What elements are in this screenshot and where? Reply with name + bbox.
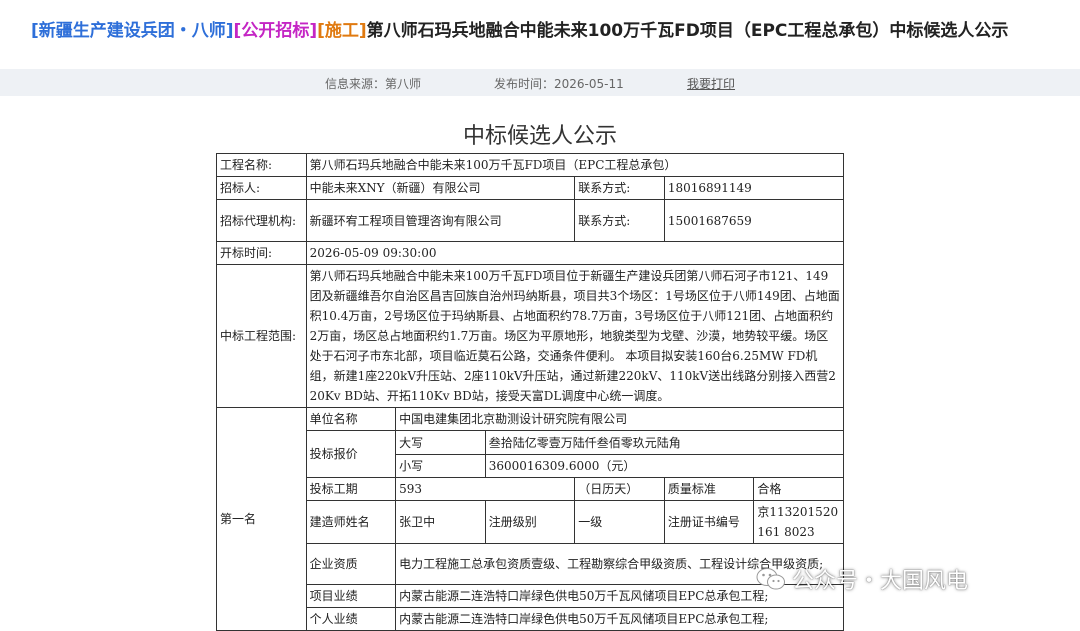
table-row: 招标代理机构: 新疆环宥工程项目管理咨询有限公司 联系方式: 150016876… <box>216 199 845 242</box>
print-link[interactable]: 我要打印 <box>687 75 735 92</box>
period-unit: （日历天） <box>574 477 665 501</box>
unit-value: 中国电建集团北京勘测设计研究院有限公司 <box>395 407 844 431</box>
table-row: 开标时间: 2026-05-09 09:30:00 <box>216 241 845 265</box>
lower-label: 小写 <box>395 454 486 478</box>
table-row: 项目业绩 内蒙古能源二连浩特口岸绿色供电50万千瓦风储项目EPC总承包工程; <box>217 584 844 608</box>
tenderer-value: 中能未来XNY（新疆）有限公司 <box>305 176 576 200</box>
meta-bar: 信息来源：第八师 发布时间：2026-05-11 我要打印 <box>0 69 1080 96</box>
watermark: 公众号・大国风电 <box>756 563 968 595</box>
personal-performance-value: 内蒙古能源二连浩特口岸绿色供电50万千瓦风储项目EPC总承包工程; <box>395 607 844 631</box>
bid-price-label: 投标报价 <box>305 430 397 478</box>
qualification-label: 企业资质 <box>305 543 397 585</box>
upper-value: 叁拾陆亿零壹万陆仟叁佰零玖元陆角 <box>484 430 845 455</box>
lower-value: 3600016309.6000（元） <box>484 454 845 478</box>
table-row: 企业资质 电力工程施工总承包资质壹级、工程勘察综合甲级资质、工程设计综合甲级资质… <box>217 543 844 585</box>
table-row: 中标工程范围: 第八师石玛兵地融合中能未来100万千瓦FD项目位于新疆生产建设兵… <box>216 264 845 408</box>
publish-time: 发布时间：2026-05-11 <box>494 77 624 91</box>
table-row: 个人业绩 内蒙古能源二连浩特口岸绿色供电50万千瓦风储项目EPC总承包工程; <box>217 607 844 631</box>
table-row: 工程名称: 第八师石玛兵地融合中能未来100万千瓦FD项目（EPC工程总承包） <box>216 153 845 177</box>
upper-label: 大写 <box>395 430 486 455</box>
reg-level-label: 注册级别 <box>484 500 576 544</box>
cert-label: 注册证书编号 <box>663 500 755 544</box>
wechat-icon <box>756 566 786 592</box>
table-row: 建造师姓名 张卫中 注册级别 一级 注册证书编号 京113201520161 8… <box>217 500 844 544</box>
quality-value: 合格 <box>753 477 844 501</box>
project-name-label: 工程名称: <box>216 153 307 177</box>
unit-label: 单位名称 <box>305 407 397 431</box>
agent-phone: 15001687659 <box>663 199 845 242</box>
engineer-value: 张卫中 <box>395 500 486 544</box>
document-heading: 中标候选人公示 <box>462 124 617 149</box>
agent-label: 招标代理机构: <box>216 199 307 242</box>
scope-value: 第八师石玛兵地融合中能未来100万千瓦FD项目位于新疆生产建设兵团第八师石河子市… <box>305 264 845 408</box>
bid-table: 工程名称: 第八师石玛兵地融合中能未来100万千瓦FD项目（EPC工程总承包） … <box>216 153 845 631</box>
agent-value: 新疆环宥工程项目管理咨询有限公司 <box>305 199 576 242</box>
engineer-label: 建造师姓名 <box>305 500 397 544</box>
title-text: 第八师石玛兵地融合中能未来100万千瓦FD项目（EPC工程总承包）中标候选人公示 <box>366 21 1009 41</box>
rank-label: 第一名 <box>216 407 307 631</box>
tenderer-phone: 18016891149 <box>663 176 845 200</box>
scope-label: 中标工程范围: <box>216 264 307 408</box>
table-row: 招标人: 中能未来XNY（新疆）有限公司 联系方式: 18016891149 <box>216 176 845 200</box>
title-tag-type: [公开招标] <box>233 21 318 41</box>
table-row: 投标报价 大写 叁拾陆亿零壹万陆仟叁佰零玖元陆角 <box>217 430 845 478</box>
table-row: 第一名 单位名称 中国电建集团北京勘测设计研究院有限公司 <box>216 407 844 631</box>
title-tag-org: [新疆生产建设兵团・八师] <box>31 21 234 41</box>
cert-value: 京113201520161 8023 <box>753 500 844 544</box>
table-row: 投标工期 593 （日历天） 质量标准 合格 <box>217 477 844 501</box>
page-title: [新疆生产建设兵团・八师][公开招标][施工]第八师石玛兵地融合中能未来100万… <box>31 16 1071 41</box>
period-label: 投标工期 <box>305 477 397 501</box>
tenderer-contact-label: 联系方式: <box>574 176 665 200</box>
info-source: 信息来源：第八师 <box>325 77 422 91</box>
personal-performance-label: 个人业绩 <box>305 607 397 631</box>
performance-label: 项目业绩 <box>305 584 397 608</box>
reg-level-value: 一级 <box>574 500 665 544</box>
period-value: 593 <box>395 477 576 501</box>
open-time-label: 开标时间: <box>216 241 307 265</box>
project-name-value: 第八师石玛兵地融合中能未来100万千瓦FD项目（EPC工程总承包） <box>305 153 845 177</box>
tenderer-label: 招标人: <box>216 176 307 200</box>
watermark-text: 公众号・大国风电 <box>792 569 969 594</box>
quality-label: 质量标准 <box>663 477 755 501</box>
title-tag-category: [施工] <box>317 21 367 41</box>
agent-contact-label: 联系方式: <box>574 199 665 242</box>
open-time-value: 2026-05-09 09:30:00 <box>305 241 845 265</box>
